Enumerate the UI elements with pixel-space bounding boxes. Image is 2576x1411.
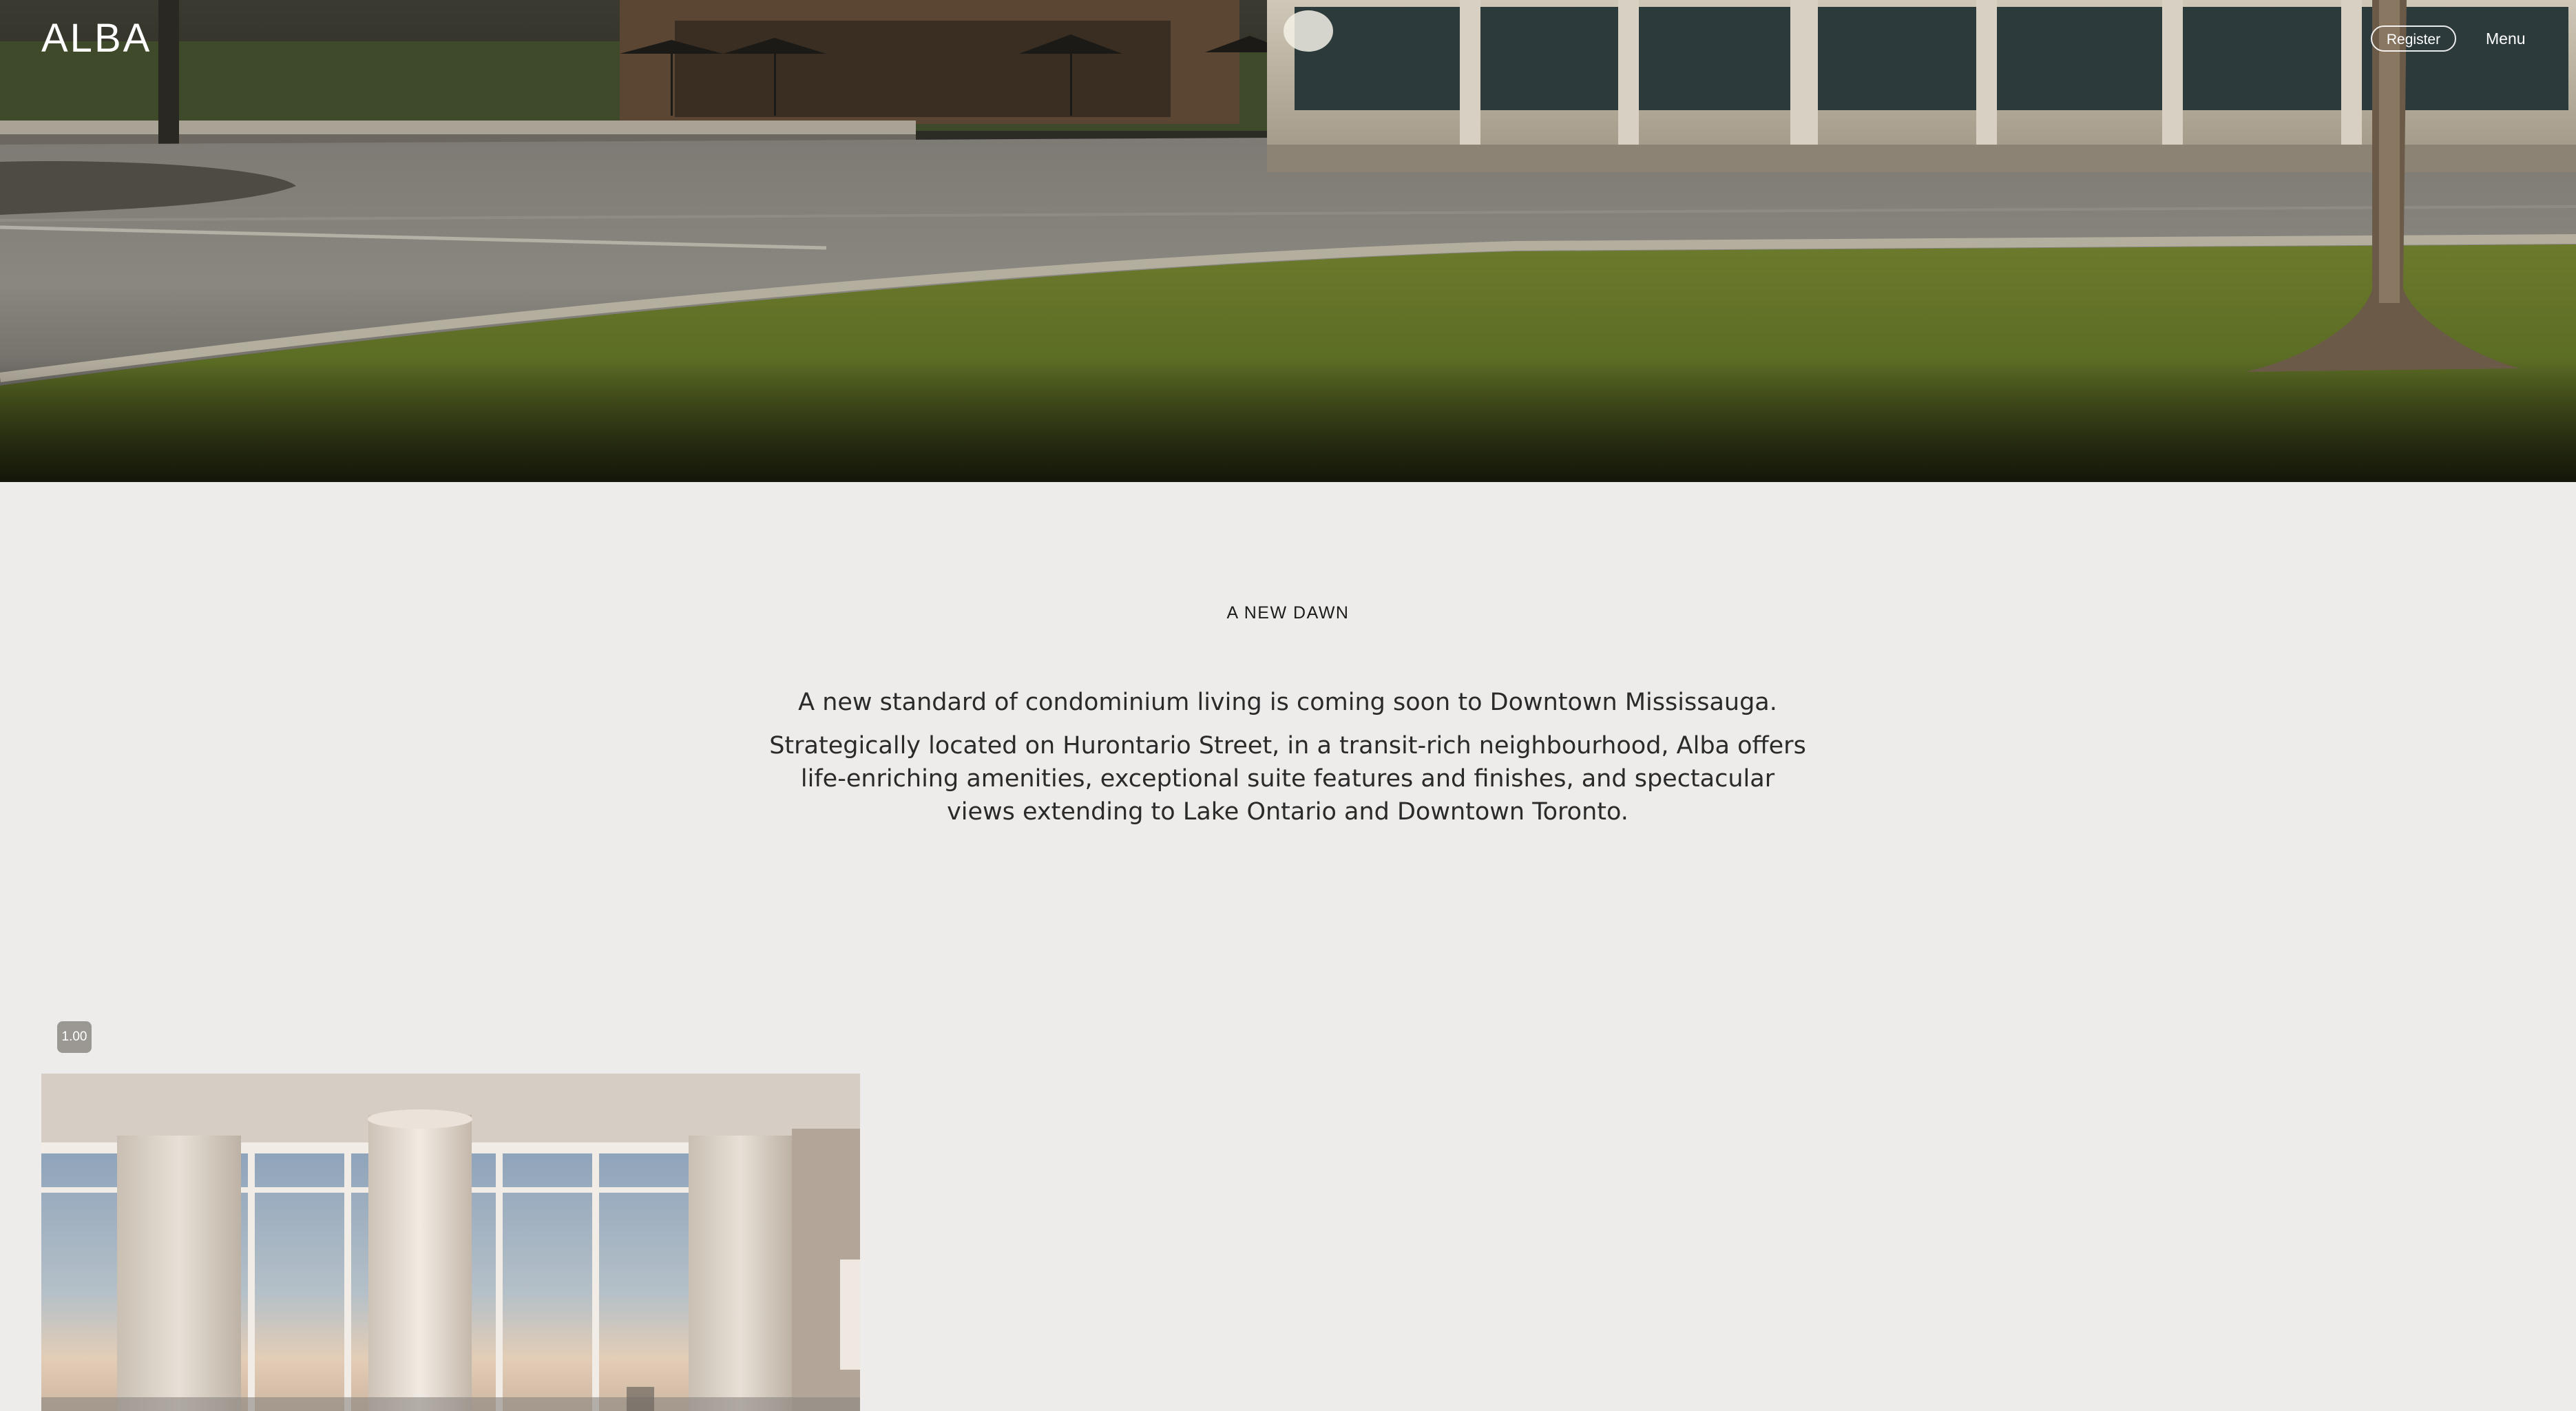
condo-interior-window-view-icon xyxy=(41,1074,860,1411)
intro-paragraph: Strategically located on Hurontario Stre… xyxy=(769,732,1806,826)
menu-button[interactable]: Menu xyxy=(2486,30,2526,48)
page: ALBA Register Menu A NEW DAWN A new stan… xyxy=(0,0,2576,1411)
register-button[interactable]: Register xyxy=(2371,25,2456,52)
scale-badge: 1.00 xyxy=(57,1021,92,1053)
section-eyebrow: A NEW DAWN xyxy=(1226,603,1350,623)
intro-lead: A new standard of condominium living is … xyxy=(798,689,1777,716)
streetscape-with-lrt-train-icon xyxy=(0,0,2576,482)
interior-image xyxy=(41,1074,860,1411)
intro-text: A new standard of condominium living is … xyxy=(764,686,1811,828)
hero-image xyxy=(0,0,2576,482)
site-logo[interactable]: ALBA xyxy=(41,15,151,61)
